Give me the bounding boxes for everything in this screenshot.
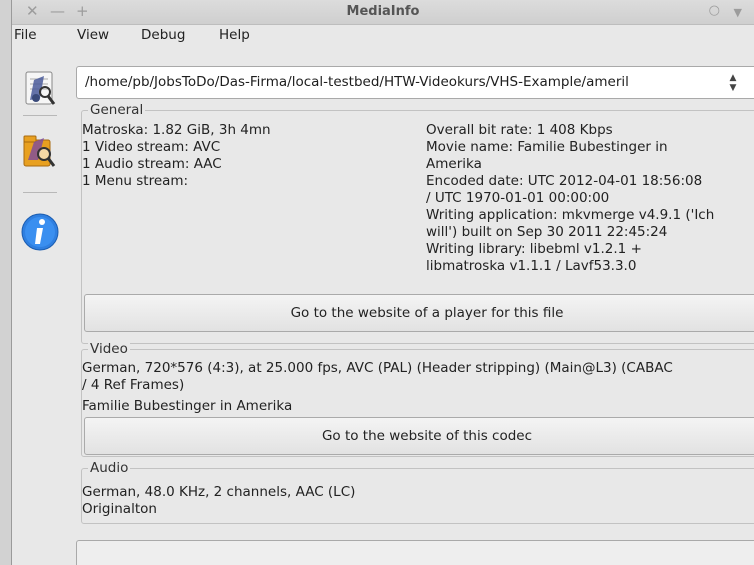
video-title: Video bbox=[88, 341, 130, 357]
file-path-value: /home/pb/JobsToDo/Das-Firma/local-testbe… bbox=[85, 74, 629, 90]
general-right-line: Movie name: Familie Bubestinger in bbox=[426, 139, 668, 155]
tree-view-icon[interactable] bbox=[20, 130, 60, 174]
audio-group: Audio German, 48.0 KHz, 2 channels, AAC … bbox=[81, 460, 754, 524]
general-right-line: Overall bit rate: 1 408 Kbps bbox=[426, 122, 613, 138]
audio-title: Audio bbox=[88, 460, 131, 476]
menu-debug[interactable]: Debug bbox=[141, 27, 185, 43]
video-group: Video German, 720*576 (4:3), at 25.000 f… bbox=[81, 341, 754, 457]
video-line: Familie Bubestinger in Amerika bbox=[82, 398, 293, 414]
spinner-arrows-icon[interactable]: ▲ ▼ bbox=[725, 73, 741, 93]
mediainfo-window: ✕ — + MediaInfo ○ ▼ File View Debug Help bbox=[11, 0, 754, 565]
menu-view[interactable]: View bbox=[77, 27, 109, 43]
window-title: MediaInfo bbox=[346, 4, 420, 19]
general-left-line: Matroska: 1.82 GiB, 3h 4mn bbox=[82, 122, 271, 138]
chevron-down-icon[interactable]: ▼ bbox=[734, 5, 742, 21]
general-group: General Matroska: 1.82 GiB, 3h 4mn 1 Vid… bbox=[81, 102, 754, 344]
general-right-line: Amerika bbox=[426, 156, 482, 172]
sidebar-separator bbox=[23, 115, 57, 116]
sidebar-separator bbox=[23, 192, 57, 193]
menu-help[interactable]: Help bbox=[219, 27, 250, 43]
general-right-line: / UTC 1970-01-01 00:00:00 bbox=[426, 190, 610, 206]
text-panel[interactable] bbox=[76, 540, 754, 565]
general-left-line: 1 Audio stream: AAC bbox=[82, 156, 222, 172]
codec-website-button[interactable]: Go to the website of this codec bbox=[84, 417, 754, 455]
menu-file[interactable]: File bbox=[14, 27, 37, 43]
audio-line: Originalton bbox=[82, 501, 157, 517]
circle-icon[interactable]: ○ bbox=[709, 3, 720, 19]
video-line: German, 720*576 (4:3), at 25.000 fps, AV… bbox=[82, 360, 673, 376]
general-left-line: 1 Menu stream: bbox=[82, 173, 189, 189]
general-right-line: Encoded date: UTC 2012-04-01 18:56:08 bbox=[426, 173, 703, 189]
player-website-button[interactable]: Go to the website of a player for this f… bbox=[84, 294, 754, 332]
menu-bar: File View Debug Help bbox=[12, 24, 754, 46]
general-left-line: 1 Video stream: AVC bbox=[82, 139, 221, 155]
general-right-line: libmatroska v1.1.1 / Lavf53.3.0 bbox=[426, 258, 637, 274]
sheet-view-icon[interactable] bbox=[20, 68, 60, 112]
general-right-line: will') built on Sep 30 2011 22:45:24 bbox=[426, 224, 668, 240]
general-title: General bbox=[88, 102, 146, 118]
info-icon[interactable] bbox=[20, 210, 60, 254]
general-right-line: Writing application: mkvmerge v4.9.1 ('I… bbox=[426, 207, 715, 223]
video-line: / 4 Ref Frames) bbox=[82, 377, 185, 393]
file-path-combo[interactable]: /home/pb/JobsToDo/Das-Firma/local-testbe… bbox=[76, 66, 754, 99]
general-right-line: Writing library: libebml v1.2.1 + bbox=[426, 241, 642, 257]
title-bar: ✕ — + MediaInfo ○ ▼ bbox=[12, 0, 754, 25]
audio-line: German, 48.0 KHz, 2 channels, AAC (LC) bbox=[82, 484, 356, 500]
